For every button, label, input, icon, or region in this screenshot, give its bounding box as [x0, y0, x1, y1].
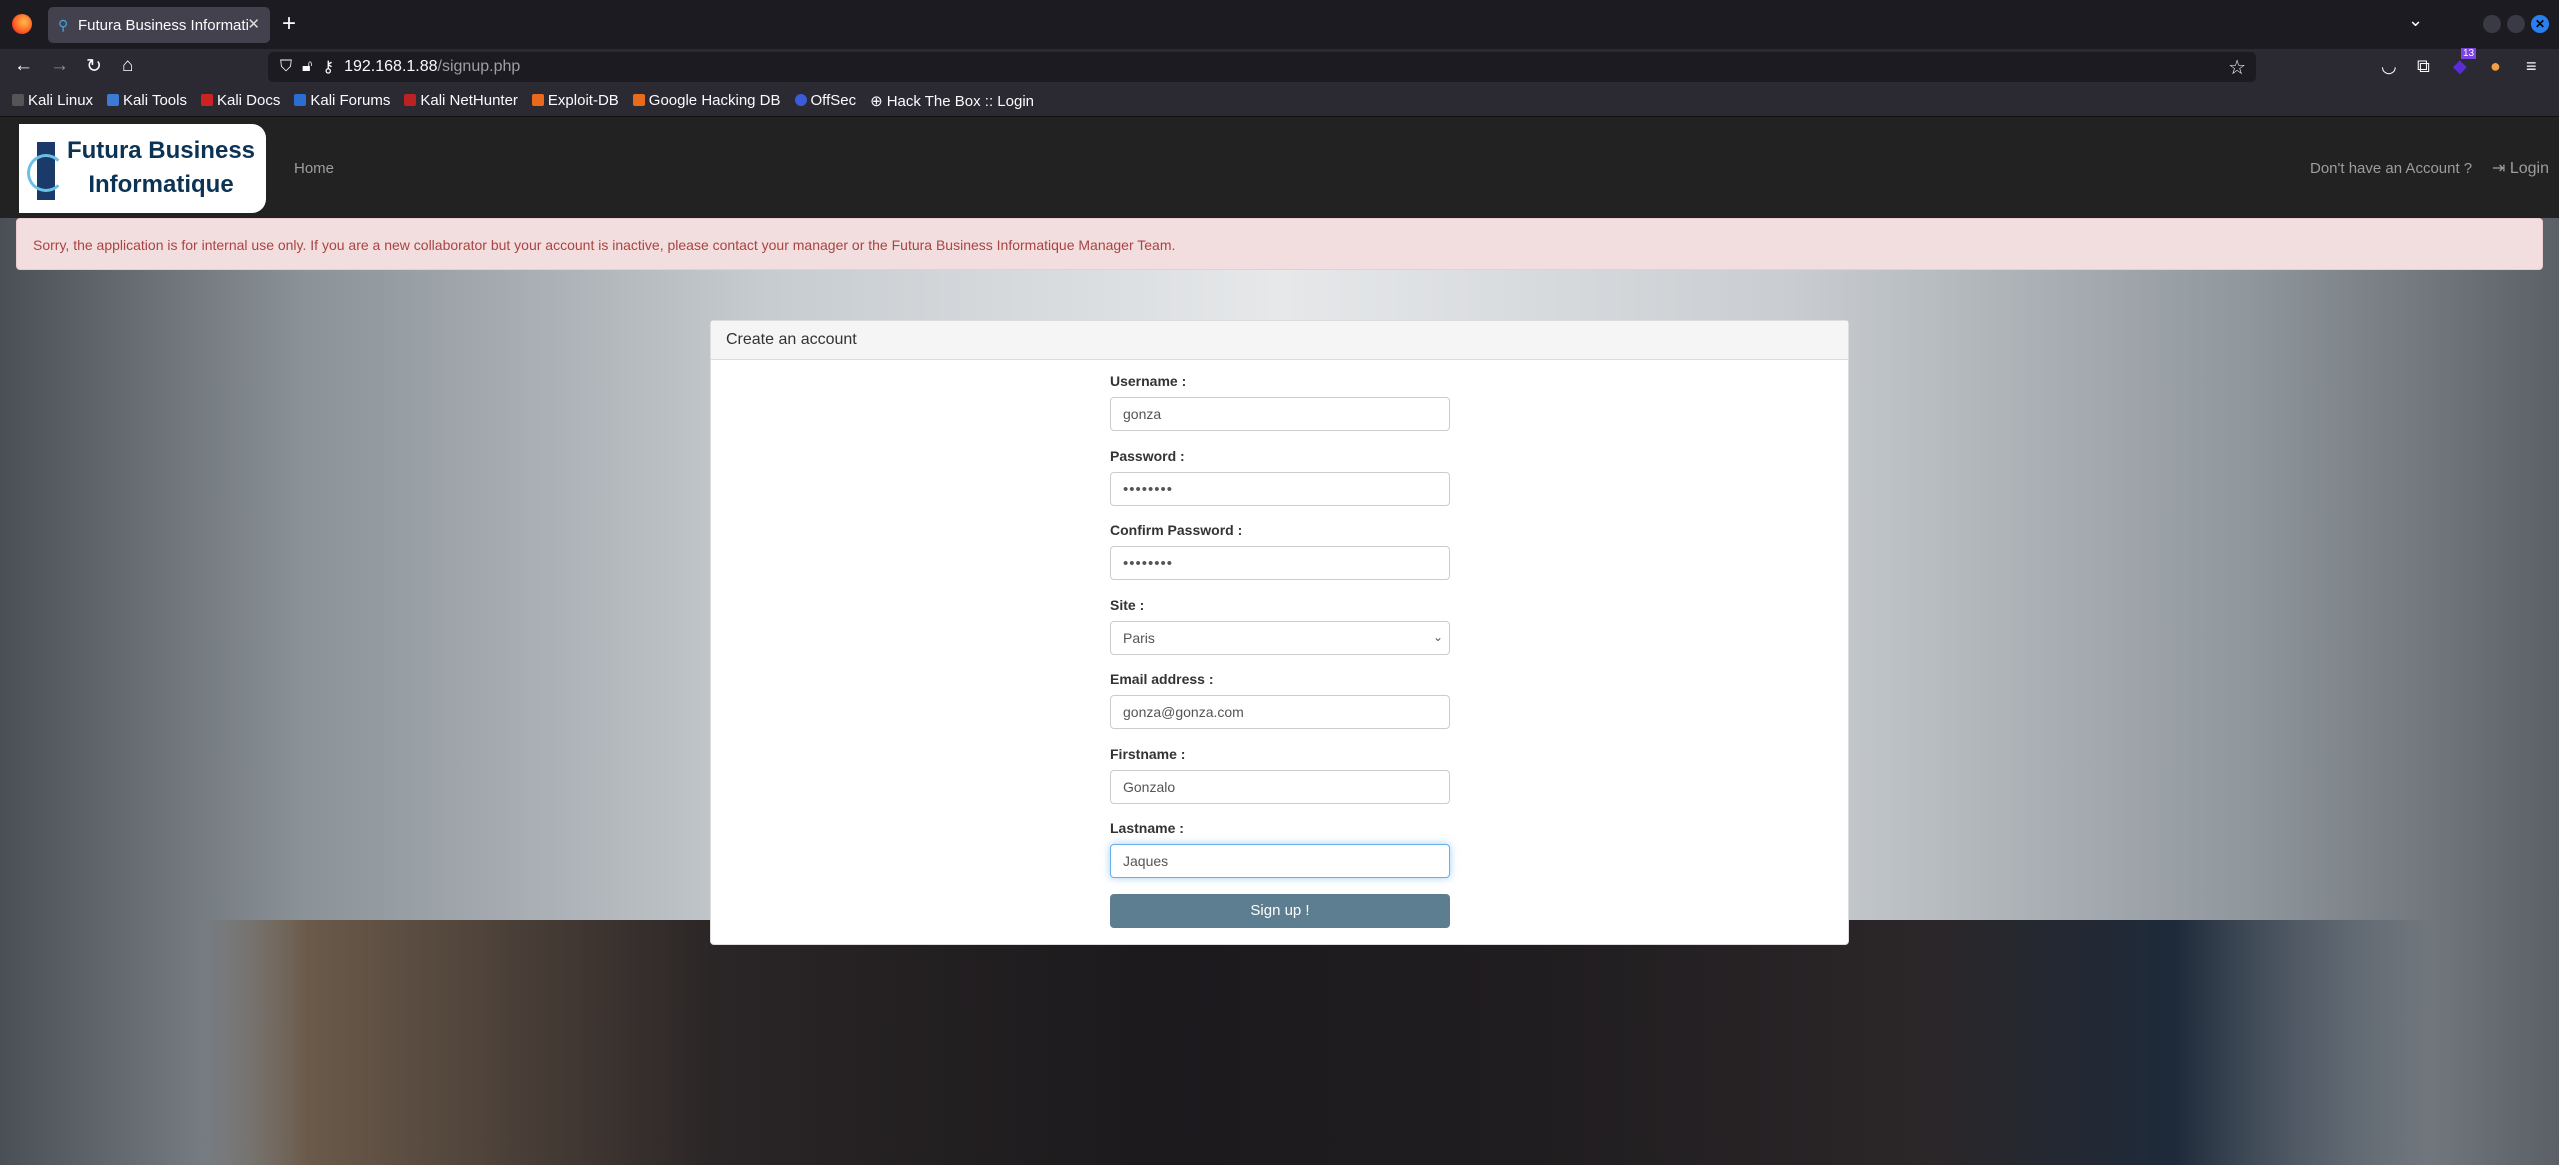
chevron-down-icon: ⌄	[1432, 629, 1443, 644]
bookmark-kali-forums[interactable]: Kali Forums	[294, 92, 390, 109]
confirm-password-input[interactable]: ••••••••	[1110, 546, 1450, 580]
browser-tab[interactable]: ⚲ Futura Business Informati ✕	[48, 7, 270, 43]
key-icon[interactable]: ⚷	[322, 57, 334, 77]
pocket-icon[interactable]: ◡	[2381, 56, 2397, 77]
email-label: Email address :	[1110, 671, 1214, 687]
forward-icon[interactable]: →	[50, 55, 69, 77]
site-select[interactable]: Paris ⌄	[1110, 620, 1450, 655]
login-icon: ⇥	[2492, 160, 2506, 177]
lastname-input[interactable]: Jaques	[1110, 844, 1450, 878]
password-label: Password :	[1110, 447, 1185, 464]
password-input[interactable]: ••••••••	[1110, 471, 1450, 506]
login-label: Login	[2509, 160, 2550, 177]
firstname-input[interactable]: Gonzalo	[1110, 769, 1450, 804]
browser-toolbar: ← → ↻ ⌂ ⛉ 🔓︎ ⚷ 192.168.1.88/signup.php ☆…	[0, 48, 2559, 85]
extensions-icon[interactable]: ⧉	[2417, 56, 2430, 77]
menu-icon[interactable]: ≡	[2526, 56, 2537, 77]
url-path: /signup.php	[437, 58, 521, 75]
browser-tab-bar: ⚲ Futura Business Informati ✕ + ⌄ ✕	[0, 0, 2559, 49]
site-label: Site :	[1110, 596, 1145, 613]
bookmarks-bar: Kali Linux Kali Tools Kali Docs Kali For…	[0, 85, 2559, 117]
home-icon[interactable]: ⌂	[122, 55, 133, 77]
globe-icon: ⊕	[870, 92, 883, 110]
maximize-button[interactable]	[2507, 15, 2525, 33]
extension-blocker-icon[interactable]: ●	[2490, 56, 2501, 77]
url-bar[interactable]: ⛉ 🔓︎ ⚷ 192.168.1.88/signup.php ☆	[268, 52, 2256, 82]
card-title: Create an account	[711, 321, 1848, 360]
new-tab-button[interactable]: +	[282, 10, 296, 38]
email-input[interactable]: gonza@gonza.com	[1110, 695, 1450, 729]
shield-icon[interactable]: ⛉	[280, 58, 292, 76]
nav-login-link[interactable]: ⇥ Login	[2492, 158, 2549, 178]
signup-card: Create an account Username : gonza Passwo…	[710, 320, 1849, 945]
logo-text-line1: Futura Business	[66, 137, 256, 164]
logo-text-line2: Informatique	[88, 171, 234, 198]
lastname-label: Lastname :	[1110, 820, 1184, 836]
nav-no-account-link[interactable]: Don't have an Account ?	[2310, 160, 2472, 177]
close-tab-icon[interactable]: ✕	[247, 15, 260, 33]
company-logo[interactable]: Futura Business Informatique	[19, 124, 266, 213]
confirm-password-label: Confirm Password :	[1110, 522, 1243, 538]
username-label: Username :	[1110, 373, 1187, 389]
reload-icon[interactable]: ↻	[86, 55, 102, 78]
username-input[interactable]: gonza	[1110, 397, 1450, 431]
nav-home-link[interactable]: Home	[294, 160, 334, 177]
extension-layers-icon[interactable]: ◆ 13	[2453, 48, 2477, 77]
bookmark-kali-nethunter[interactable]: Kali NetHunter	[404, 92, 518, 109]
url-host: 192.168.1.88	[344, 58, 438, 75]
team-photo	[0, 920, 2559, 1165]
logo-arc	[27, 154, 65, 192]
list-tabs-chevron-icon[interactable]: ⌄	[2408, 10, 2423, 31]
bookmark-kali-docs[interactable]: Kali Docs	[200, 92, 280, 109]
bookmark-offsec[interactable]: OffSec	[794, 92, 856, 109]
site-navbar: Futura Business Informatique Home Don't …	[0, 117, 2559, 218]
signup-button[interactable]: Sign up !	[1110, 893, 1450, 928]
bookmark-kali-linux[interactable]: Kali Linux	[12, 92, 93, 109]
extension-badge: 13	[2461, 48, 2477, 59]
bookmark-hack-the-box[interactable]: ⊕ Hack The Box :: Login	[870, 92, 1034, 110]
site-selected-value: Paris	[1123, 629, 1155, 646]
inactive-account-alert: Sorry, the application is for internal u…	[16, 218, 2543, 270]
close-window-button[interactable]: ✕	[2531, 15, 2549, 33]
back-icon[interactable]: ←	[14, 55, 33, 77]
signup-form: Username : gonza Password : •••••••• Confi…	[1110, 373, 1450, 928]
bookmark-star-icon[interactable]: ☆	[2228, 55, 2246, 80]
site-favicon-icon: ⚲	[58, 17, 69, 33]
bookmark-exploit-db[interactable]: Exploit-DB	[531, 92, 619, 109]
tab-title: Futura Business Informati	[78, 16, 249, 34]
firefox-icon[interactable]	[12, 14, 32, 34]
minimize-button[interactable]	[2483, 15, 2501, 33]
insecure-lock-icon[interactable]: 🔓︎	[302, 58, 312, 76]
firstname-label: Firstname :	[1110, 745, 1186, 762]
bookmark-kali-tools[interactable]: Kali Tools	[107, 92, 187, 109]
bookmark-google-hacking-db[interactable]: Google Hacking DB	[632, 92, 781, 109]
